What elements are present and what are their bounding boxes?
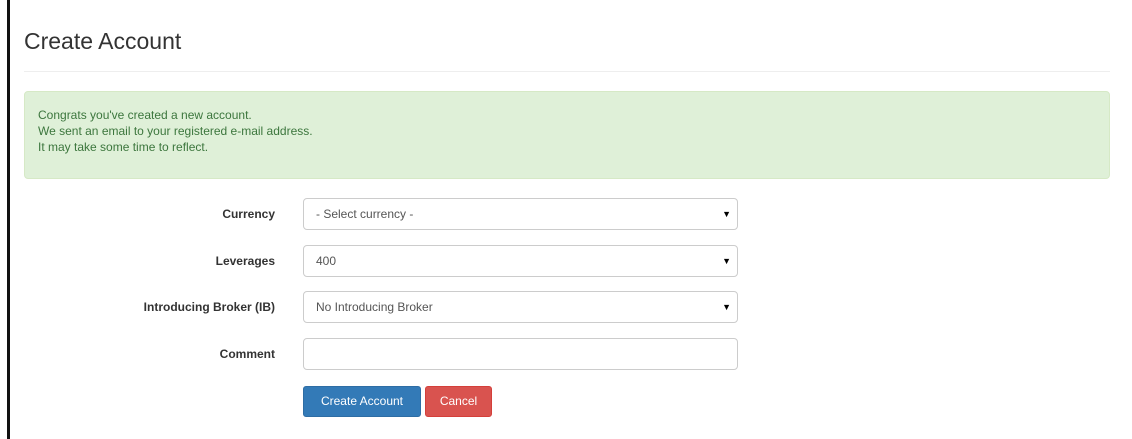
introducing-broker-label: Introducing Broker (IB) [143,300,275,314]
leverages-label: Leverages [215,254,275,268]
title-divider [24,71,1110,72]
alert-line-delay: It may take some time to reflect. [38,140,209,154]
leverages-selected-value: 400 [316,254,337,268]
create-account-button[interactable]: Create Account [303,386,421,417]
caret-down-icon: ▼ [722,256,731,266]
caret-down-icon: ▼ [722,302,731,312]
introducing-broker-row: Introducing Broker (IB) No Introducing B… [0,291,1132,323]
currency-selected-value: - Select currency - [316,207,414,221]
introducing-broker-select[interactable]: No Introducing Broker ▼ [303,291,738,323]
comment-input[interactable] [303,338,738,370]
currency-label: Currency [222,207,275,221]
introducing-broker-selected-value: No Introducing Broker [316,300,433,314]
currency-row: Currency - Select currency - ▼ [0,198,1132,230]
comment-label: Comment [219,347,275,361]
leverages-select[interactable]: 400 ▼ [303,245,738,277]
currency-select[interactable]: - Select currency - ▼ [303,198,738,230]
cancel-button[interactable]: Cancel [425,386,492,417]
comment-row: Comment [0,338,1132,370]
caret-down-icon: ▼ [722,209,731,219]
success-alert: Congrats you've created a new account. W… [24,91,1110,179]
alert-line-congrats: Congrats you've created a new account. [38,108,252,122]
page-title: Create Account [24,28,182,54]
alert-line-email-sent: We sent an email to your registered e-ma… [38,124,313,138]
leverages-row: Leverages 400 ▼ [0,245,1132,277]
